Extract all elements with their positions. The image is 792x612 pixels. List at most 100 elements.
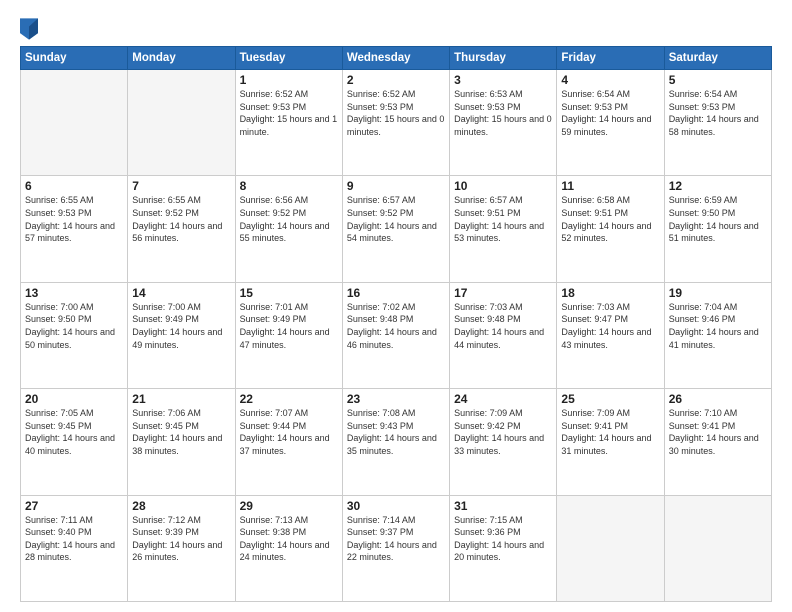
header [20, 18, 772, 40]
day-info: Sunrise: 6:56 AMSunset: 9:52 PMDaylight:… [240, 194, 338, 244]
day-number: 17 [454, 286, 552, 300]
day-info: Sunrise: 7:03 AMSunset: 9:48 PMDaylight:… [454, 301, 552, 351]
calendar-week-3: 13Sunrise: 7:00 AMSunset: 9:50 PMDayligh… [21, 282, 772, 388]
calendar-cell: 29Sunrise: 7:13 AMSunset: 9:38 PMDayligh… [235, 495, 342, 601]
day-number: 30 [347, 499, 445, 513]
calendar-week-2: 6Sunrise: 6:55 AMSunset: 9:53 PMDaylight… [21, 176, 772, 282]
day-info: Sunrise: 7:00 AMSunset: 9:50 PMDaylight:… [25, 301, 123, 351]
day-info: Sunrise: 7:01 AMSunset: 9:49 PMDaylight:… [240, 301, 338, 351]
day-number: 6 [25, 179, 123, 193]
logo-icon [20, 18, 38, 40]
calendar-cell: 2Sunrise: 6:52 AMSunset: 9:53 PMDaylight… [342, 70, 449, 176]
day-info: Sunrise: 7:13 AMSunset: 9:38 PMDaylight:… [240, 514, 338, 564]
calendar-cell: 12Sunrise: 6:59 AMSunset: 9:50 PMDayligh… [664, 176, 771, 282]
day-number: 8 [240, 179, 338, 193]
day-number: 19 [669, 286, 767, 300]
calendar-page: SundayMondayTuesdayWednesdayThursdayFrid… [0, 0, 792, 612]
day-number: 12 [669, 179, 767, 193]
day-number: 25 [561, 392, 659, 406]
day-info: Sunrise: 6:54 AMSunset: 9:53 PMDaylight:… [669, 88, 767, 138]
day-info: Sunrise: 7:04 AMSunset: 9:46 PMDaylight:… [669, 301, 767, 351]
day-number: 31 [454, 499, 552, 513]
calendar-cell [557, 495, 664, 601]
calendar-cell: 10Sunrise: 6:57 AMSunset: 9:51 PMDayligh… [450, 176, 557, 282]
day-info: Sunrise: 6:59 AMSunset: 9:50 PMDaylight:… [669, 194, 767, 244]
day-number: 14 [132, 286, 230, 300]
day-number: 13 [25, 286, 123, 300]
day-info: Sunrise: 7:00 AMSunset: 9:49 PMDaylight:… [132, 301, 230, 351]
day-info: Sunrise: 7:07 AMSunset: 9:44 PMDaylight:… [240, 407, 338, 457]
day-number: 29 [240, 499, 338, 513]
calendar-cell: 1Sunrise: 6:52 AMSunset: 9:53 PMDaylight… [235, 70, 342, 176]
day-number: 24 [454, 392, 552, 406]
calendar-cell: 8Sunrise: 6:56 AMSunset: 9:52 PMDaylight… [235, 176, 342, 282]
day-info: Sunrise: 6:57 AMSunset: 9:52 PMDaylight:… [347, 194, 445, 244]
calendar-week-1: 1Sunrise: 6:52 AMSunset: 9:53 PMDaylight… [21, 70, 772, 176]
calendar-cell: 15Sunrise: 7:01 AMSunset: 9:49 PMDayligh… [235, 282, 342, 388]
day-number: 21 [132, 392, 230, 406]
calendar-cell [21, 70, 128, 176]
day-number: 10 [454, 179, 552, 193]
day-number: 26 [669, 392, 767, 406]
day-number: 5 [669, 73, 767, 87]
calendar-week-4: 20Sunrise: 7:05 AMSunset: 9:45 PMDayligh… [21, 389, 772, 495]
day-number: 15 [240, 286, 338, 300]
calendar-cell: 18Sunrise: 7:03 AMSunset: 9:47 PMDayligh… [557, 282, 664, 388]
day-info: Sunrise: 7:05 AMSunset: 9:45 PMDaylight:… [25, 407, 123, 457]
calendar-cell: 14Sunrise: 7:00 AMSunset: 9:49 PMDayligh… [128, 282, 235, 388]
calendar-cell: 11Sunrise: 6:58 AMSunset: 9:51 PMDayligh… [557, 176, 664, 282]
day-number: 23 [347, 392, 445, 406]
calendar-cell: 22Sunrise: 7:07 AMSunset: 9:44 PMDayligh… [235, 389, 342, 495]
day-number: 11 [561, 179, 659, 193]
calendar-cell: 24Sunrise: 7:09 AMSunset: 9:42 PMDayligh… [450, 389, 557, 495]
calendar-header-row: SundayMondayTuesdayWednesdayThursdayFrid… [21, 47, 772, 70]
day-number: 22 [240, 392, 338, 406]
calendar-cell: 28Sunrise: 7:12 AMSunset: 9:39 PMDayligh… [128, 495, 235, 601]
calendar-cell: 17Sunrise: 7:03 AMSunset: 9:48 PMDayligh… [450, 282, 557, 388]
day-info: Sunrise: 7:15 AMSunset: 9:36 PMDaylight:… [454, 514, 552, 564]
calendar-table: SundayMondayTuesdayWednesdayThursdayFrid… [20, 46, 772, 602]
day-info: Sunrise: 6:55 AMSunset: 9:52 PMDaylight:… [132, 194, 230, 244]
calendar-cell: 20Sunrise: 7:05 AMSunset: 9:45 PMDayligh… [21, 389, 128, 495]
day-number: 4 [561, 73, 659, 87]
calendar-header-tuesday: Tuesday [235, 47, 342, 70]
calendar-cell: 13Sunrise: 7:00 AMSunset: 9:50 PMDayligh… [21, 282, 128, 388]
day-info: Sunrise: 7:02 AMSunset: 9:48 PMDaylight:… [347, 301, 445, 351]
calendar-cell: 21Sunrise: 7:06 AMSunset: 9:45 PMDayligh… [128, 389, 235, 495]
calendar-cell [128, 70, 235, 176]
day-number: 3 [454, 73, 552, 87]
calendar-cell: 26Sunrise: 7:10 AMSunset: 9:41 PMDayligh… [664, 389, 771, 495]
day-info: Sunrise: 7:14 AMSunset: 9:37 PMDaylight:… [347, 514, 445, 564]
day-info: Sunrise: 7:10 AMSunset: 9:41 PMDaylight:… [669, 407, 767, 457]
day-number: 27 [25, 499, 123, 513]
day-info: Sunrise: 6:57 AMSunset: 9:51 PMDaylight:… [454, 194, 552, 244]
calendar-cell: 3Sunrise: 6:53 AMSunset: 9:53 PMDaylight… [450, 70, 557, 176]
day-number: 20 [25, 392, 123, 406]
calendar-cell: 7Sunrise: 6:55 AMSunset: 9:52 PMDaylight… [128, 176, 235, 282]
day-info: Sunrise: 7:11 AMSunset: 9:40 PMDaylight:… [25, 514, 123, 564]
day-number: 16 [347, 286, 445, 300]
calendar-cell: 19Sunrise: 7:04 AMSunset: 9:46 PMDayligh… [664, 282, 771, 388]
logo [20, 18, 40, 40]
calendar-cell: 30Sunrise: 7:14 AMSunset: 9:37 PMDayligh… [342, 495, 449, 601]
day-info: Sunrise: 7:08 AMSunset: 9:43 PMDaylight:… [347, 407, 445, 457]
day-number: 1 [240, 73, 338, 87]
calendar-body: 1Sunrise: 6:52 AMSunset: 9:53 PMDaylight… [21, 70, 772, 602]
calendar-cell: 6Sunrise: 6:55 AMSunset: 9:53 PMDaylight… [21, 176, 128, 282]
day-info: Sunrise: 6:55 AMSunset: 9:53 PMDaylight:… [25, 194, 123, 244]
calendar-week-5: 27Sunrise: 7:11 AMSunset: 9:40 PMDayligh… [21, 495, 772, 601]
calendar-cell: 9Sunrise: 6:57 AMSunset: 9:52 PMDaylight… [342, 176, 449, 282]
calendar-cell: 5Sunrise: 6:54 AMSunset: 9:53 PMDaylight… [664, 70, 771, 176]
calendar-cell: 16Sunrise: 7:02 AMSunset: 9:48 PMDayligh… [342, 282, 449, 388]
calendar-header-friday: Friday [557, 47, 664, 70]
day-number: 9 [347, 179, 445, 193]
day-info: Sunrise: 6:54 AMSunset: 9:53 PMDaylight:… [561, 88, 659, 138]
calendar-header-wednesday: Wednesday [342, 47, 449, 70]
calendar-cell: 27Sunrise: 7:11 AMSunset: 9:40 PMDayligh… [21, 495, 128, 601]
calendar-cell: 25Sunrise: 7:09 AMSunset: 9:41 PMDayligh… [557, 389, 664, 495]
day-info: Sunrise: 6:52 AMSunset: 9:53 PMDaylight:… [240, 88, 338, 138]
calendar-cell: 31Sunrise: 7:15 AMSunset: 9:36 PMDayligh… [450, 495, 557, 601]
calendar-header-saturday: Saturday [664, 47, 771, 70]
day-info: Sunrise: 7:09 AMSunset: 9:41 PMDaylight:… [561, 407, 659, 457]
day-number: 18 [561, 286, 659, 300]
